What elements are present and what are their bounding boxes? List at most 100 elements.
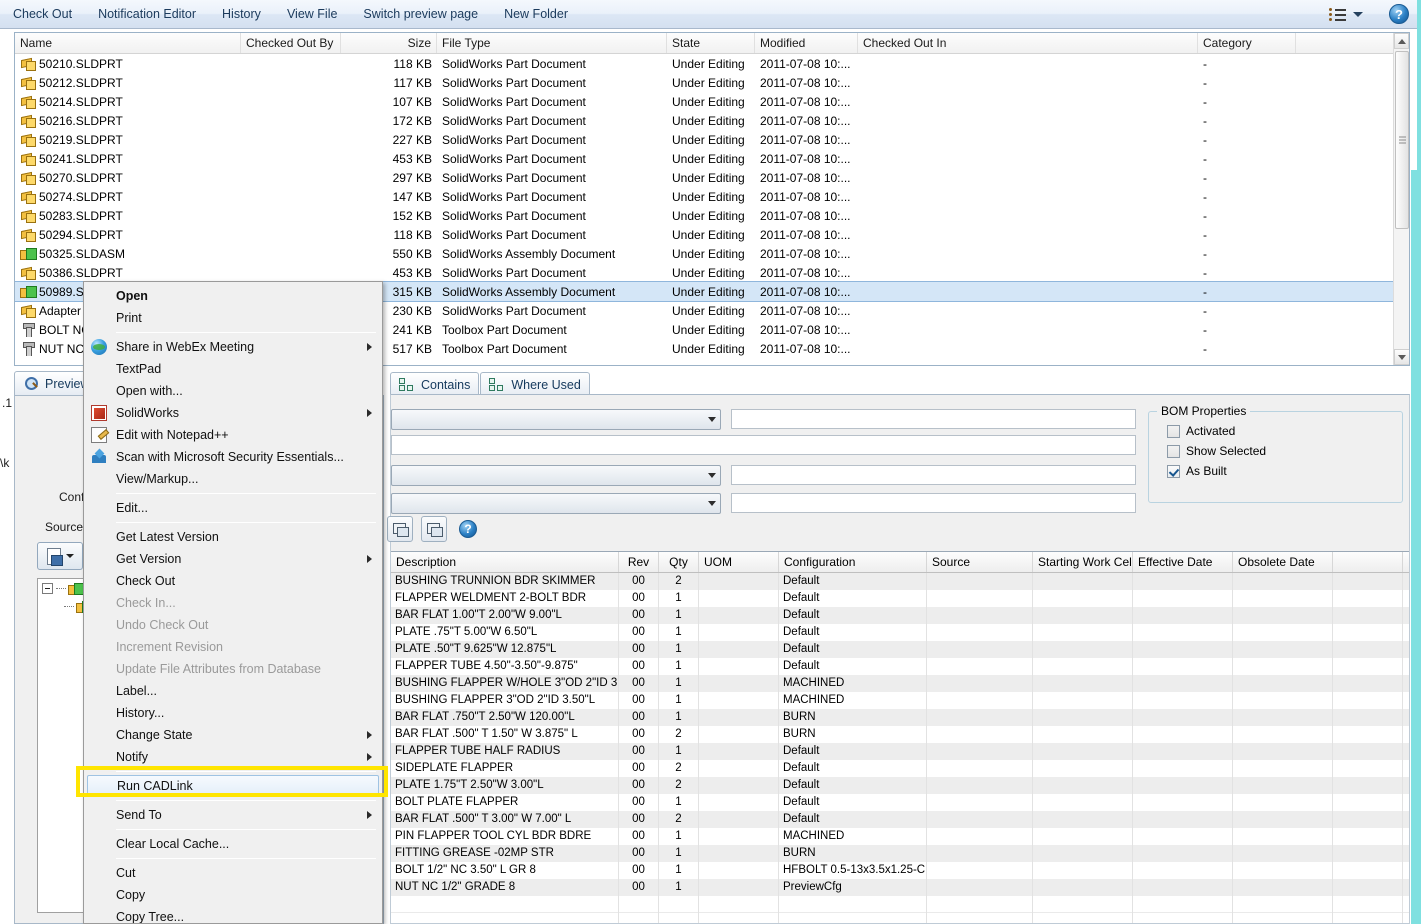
bom-column-header[interactable]: Effective Date (1133, 552, 1233, 572)
bom-row[interactable]: SIDEPLATE FLAPPER 00 2 Default (391, 760, 1409, 777)
open-bom-window-2-button[interactable] (421, 516, 447, 542)
menu-item-open-with[interactable]: Open with... (84, 380, 382, 402)
menu-item-solidworks[interactable]: SolidWorks (84, 402, 382, 424)
bom-filter-field-4[interactable] (731, 493, 1136, 513)
bom-row[interactable]: BOLT 1/2" NC 3.50" L GR 8 00 1 HFBOLT 0.5-1… (391, 862, 1409, 879)
menu-item-share-in-webex-meeting[interactable]: Share in WebEx Meeting (84, 336, 382, 358)
menu-item-edit-with-notepad[interactable]: Edit with Notepad++ (84, 424, 382, 446)
menu-item-copy[interactable]: Copy (84, 884, 382, 906)
bom-row[interactable]: PIN FLAPPER TOOL CYL BDR BDRE 00 1 MACHINED (391, 828, 1409, 845)
scroll-down-button[interactable] (1394, 349, 1409, 365)
file-row[interactable]: 50241.SLDPRT 453 KB SolidWorks Part Docume… (15, 149, 1409, 168)
menu-item-copy-tree[interactable]: Copy Tree... (84, 906, 382, 923)
bom-column-header[interactable]: Source (927, 552, 1033, 572)
bom-row[interactable]: BAR FLAT .750"T 2.50"W 120.00"L 00 1 BURN (391, 709, 1409, 726)
bom-row[interactable]: BUSHING TRUNNION BDR SKIMMER 00 2 Default (391, 573, 1409, 590)
bom-tab-strip[interactable]: Contains Where Used (390, 371, 591, 396)
menu-item-get-version[interactable]: Get Version (84, 548, 382, 570)
file-row[interactable]: 50283.SLDPRT 152 KB SolidWorks Part Docume… (15, 206, 1409, 225)
menu-check-out[interactable]: Check Out (0, 4, 85, 24)
file-row[interactable]: 50274.SLDPRT 147 KB SolidWorks Part Docume… (15, 187, 1409, 206)
bom-column-header[interactable]: Rev (619, 552, 659, 572)
menu-item-open[interactable]: Open (84, 285, 382, 307)
file-list-scrollbar[interactable] (1393, 33, 1409, 365)
chevron-down-icon[interactable] (65, 554, 74, 558)
file-row[interactable]: 50219.SLDPRT 227 KB SolidWorks Part Docume… (15, 130, 1409, 149)
bom-row[interactable]: BOLT PLATE FLAPPER 00 1 Default (391, 794, 1409, 811)
bom-row[interactable]: PLATE .50"T 9.625"W 12.875"L 00 1 Default (391, 641, 1409, 658)
bom-row[interactable]: BAR FLAT 1.00"T 2.00"W 9.00"L 00 1 Default (391, 607, 1409, 624)
file-column-header[interactable]: File Type (437, 33, 667, 53)
menu-item-print[interactable]: Print (84, 307, 382, 329)
bom-row[interactable]: FLAPPER TUBE HALF RADIUS 00 1 Default (391, 743, 1409, 760)
bom-filter-field-1[interactable] (731, 409, 1136, 429)
bom-row[interactable]: BUSHING FLAPPER 3"OD 2"ID 3.50"L 00 1 MACHI… (391, 692, 1409, 709)
bom-column-header[interactable]: UOM (699, 552, 779, 572)
bom-row-empty[interactable] (391, 912, 1409, 923)
context-menu[interactable]: Open Print Share in WebEx Meeting TextPad Op… (83, 281, 383, 924)
menu-view-file[interactable]: View File (274, 4, 350, 24)
chevron-down-icon[interactable] (708, 473, 716, 478)
bom-filter-field-3[interactable] (731, 465, 1136, 485)
menu-history[interactable]: History (209, 4, 274, 24)
menu-item-clear-local-cache[interactable]: Clear Local Cache... (84, 833, 382, 855)
menu-item-run-cadlink[interactable]: Run CADLink (87, 775, 379, 797)
bom-filter-combo-1[interactable] (391, 409, 721, 430)
chevron-down-icon[interactable] (708, 501, 716, 506)
bom-table-body[interactable]: BUSHING TRUNNION BDR SKIMMER 00 2 Default FL… (391, 573, 1409, 923)
file-column-header[interactable]: Name (15, 33, 241, 53)
bom-filter-combo-2[interactable] (391, 465, 721, 486)
bom-row[interactable]: FLAPPER TUBE 4.50"-3.50"-9.875" 00 1 Defaul… (391, 658, 1409, 675)
file-column-header[interactable]: Category (1198, 33, 1296, 53)
menu-item-scan-with-microsoft-security-essentials[interactable]: Scan with Microsoft Security Essentials.… (84, 446, 382, 468)
bom-column-header[interactable]: Description (391, 552, 619, 572)
chevron-down-icon[interactable] (708, 417, 716, 422)
bom-column-header[interactable]: Obsolete Date (1233, 552, 1333, 572)
bom-row[interactable]: FLAPPER WELDMENT 2-BOLT BDR 00 1 Default (391, 590, 1409, 607)
chevron-down-icon[interactable] (1353, 11, 1363, 17)
bom-row[interactable]: NUT NC 1/2" GRADE 8 00 1 PreviewCfg (391, 879, 1409, 896)
file-row[interactable]: 50214.SLDPRT 107 KB SolidWorks Part Docume… (15, 92, 1409, 111)
scroll-thumb[interactable] (1395, 51, 1409, 229)
menu-item-get-latest-version[interactable]: Get Latest Version (84, 526, 382, 548)
menu-item-view-markup[interactable]: View/Markup... (84, 468, 382, 490)
bom-property-row[interactable]: Activated (1167, 424, 1402, 438)
menu-item-textpad[interactable]: TextPad (84, 358, 382, 380)
menu-item-send-to[interactable]: Send To (84, 804, 382, 826)
bom-filter-combo-3[interactable] (391, 493, 721, 514)
file-column-header[interactable] (1296, 33, 1395, 53)
file-row[interactable]: 50212.SLDPRT 117 KB SolidWorks Part Docume… (15, 73, 1409, 92)
bom-row[interactable]: BUSHING FLAPPER W/HOLE 3"OD 2"ID 3.50"L 0… (391, 675, 1409, 692)
bom-property-row[interactable]: As Built (1167, 464, 1402, 478)
menu-notification-editor[interactable]: Notification Editor (85, 4, 209, 24)
bom-row[interactable]: PLATE .75"T 5.00"W 6.50"L 00 1 Default (391, 624, 1409, 641)
file-row[interactable]: 50294.SLDPRT 118 KB SolidWorks Part Docume… (15, 225, 1409, 244)
file-row[interactable]: 50210.SLDPRT 118 KB SolidWorks Part Docume… (15, 54, 1409, 73)
checkbox-show-selected[interactable] (1167, 444, 1180, 458)
bom-row-empty[interactable] (391, 895, 1409, 913)
file-column-header[interactable]: Checked Out By (241, 33, 341, 53)
menu-item-change-state[interactable]: Change State (84, 724, 382, 746)
file-row[interactable]: 50270.SLDPRT 297 KB SolidWorks Part Docume… (15, 168, 1409, 187)
checkbox-as-built[interactable] (1167, 464, 1180, 478)
bom-table[interactable]: Description Rev Qty UOM Configuration Source S… (391, 551, 1409, 923)
menu-new-folder[interactable]: New Folder (491, 4, 581, 24)
file-column-header[interactable]: State (667, 33, 755, 53)
menu-item-cut[interactable]: Cut (84, 862, 382, 884)
tree-collapse-icon[interactable] (42, 582, 53, 594)
file-column-header[interactable]: Checked Out In (858, 33, 1198, 53)
file-column-header[interactable]: Modified (755, 33, 858, 53)
menu-item-edit[interactable]: Edit... (84, 497, 382, 519)
menu-switch-preview-page[interactable]: Switch preview page (350, 4, 491, 24)
bom-column-header[interactable]: Configuration (779, 552, 927, 572)
menu-item-notify[interactable]: Notify (84, 746, 382, 768)
menu-item-check-out[interactable]: Check Out (84, 570, 382, 592)
file-column-header[interactable]: Size (341, 33, 437, 53)
bom-property-row[interactable]: Show Selected (1167, 444, 1402, 458)
file-row[interactable]: 50216.SLDPRT 172 KB SolidWorks Part Docume… (15, 111, 1409, 130)
bom-row[interactable]: FITTING GREASE -02MP STR 00 1 BURN (391, 845, 1409, 862)
bom-column-header[interactable]: Qty (659, 552, 699, 572)
file-row[interactable]: 50386.SLDPRT 453 KB SolidWorks Part Docume… (15, 263, 1409, 282)
open-bom-window-button[interactable] (387, 516, 413, 542)
checkbox-activated[interactable] (1167, 424, 1180, 438)
